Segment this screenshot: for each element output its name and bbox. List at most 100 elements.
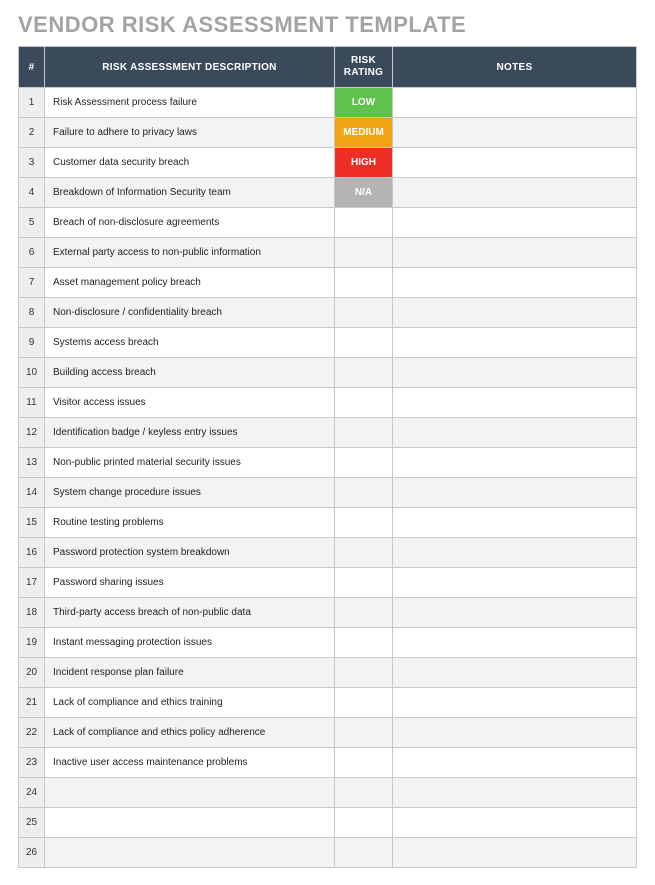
row-description: Systems access breach xyxy=(45,328,335,358)
row-number: 24 xyxy=(19,778,45,808)
row-rating xyxy=(335,208,393,238)
row-number: 20 xyxy=(19,658,45,688)
row-number: 19 xyxy=(19,628,45,658)
row-notes xyxy=(393,418,637,448)
row-number: 5 xyxy=(19,208,45,238)
row-number: 1 xyxy=(19,88,45,118)
row-rating xyxy=(335,508,393,538)
row-rating xyxy=(335,298,393,328)
row-description: Incident response plan failure xyxy=(45,658,335,688)
row-notes xyxy=(393,208,637,238)
table-row: 15Routine testing problems xyxy=(19,508,637,538)
row-number: 13 xyxy=(19,448,45,478)
row-rating xyxy=(335,238,393,268)
row-notes xyxy=(393,718,637,748)
row-rating xyxy=(335,268,393,298)
row-number: 7 xyxy=(19,268,45,298)
row-description: Breakdown of Information Security team xyxy=(45,178,335,208)
row-rating: MEDIUM xyxy=(335,118,393,148)
row-rating xyxy=(335,448,393,478)
row-rating xyxy=(335,628,393,658)
table-row: 3Customer data security breachHIGH xyxy=(19,148,637,178)
row-rating xyxy=(335,598,393,628)
page-title: VENDOR RISK ASSESSMENT TEMPLATE xyxy=(18,12,637,38)
row-notes xyxy=(393,178,637,208)
row-description: Asset management policy breach xyxy=(45,268,335,298)
row-description: Customer data security breach xyxy=(45,148,335,178)
row-notes xyxy=(393,568,637,598)
row-number: 23 xyxy=(19,748,45,778)
row-notes xyxy=(393,838,637,868)
row-notes xyxy=(393,88,637,118)
row-number: 15 xyxy=(19,508,45,538)
row-number: 22 xyxy=(19,718,45,748)
row-number: 21 xyxy=(19,688,45,718)
row-number: 26 xyxy=(19,838,45,868)
row-description: Password protection system breakdown xyxy=(45,538,335,568)
table-row: 9Systems access breach xyxy=(19,328,637,358)
row-rating xyxy=(335,688,393,718)
table-row: 22Lack of compliance and ethics policy a… xyxy=(19,718,637,748)
header-notes: NOTES xyxy=(393,47,637,88)
table-row: 17Password sharing issues xyxy=(19,568,637,598)
row-description: External party access to non-public info… xyxy=(45,238,335,268)
row-number: 2 xyxy=(19,118,45,148)
row-description: Third-party access breach of non-public … xyxy=(45,598,335,628)
header-row: # RISK ASSESSMENT DESCRIPTION RISK RATIN… xyxy=(19,47,637,88)
row-number: 18 xyxy=(19,598,45,628)
row-rating: HIGH xyxy=(335,148,393,178)
table-row: 8Non-disclosure / confidentiality breach xyxy=(19,298,637,328)
table-row: 13Non-public printed material security i… xyxy=(19,448,637,478)
row-notes xyxy=(393,538,637,568)
row-rating xyxy=(335,778,393,808)
table-row: 2Failure to adhere to privacy lawsMEDIUM xyxy=(19,118,637,148)
row-notes xyxy=(393,598,637,628)
risk-table: # RISK ASSESSMENT DESCRIPTION RISK RATIN… xyxy=(18,46,637,868)
row-description: Risk Assessment process failure xyxy=(45,88,335,118)
header-rating: RISK RATING xyxy=(335,47,393,88)
table-row: 26 xyxy=(19,838,637,868)
table-row: 10Building access breach xyxy=(19,358,637,388)
row-number: 8 xyxy=(19,298,45,328)
row-description: Identification badge / keyless entry iss… xyxy=(45,418,335,448)
table-row: 20Incident response plan failure xyxy=(19,658,637,688)
row-notes xyxy=(393,298,637,328)
row-rating: LOW xyxy=(335,88,393,118)
row-notes xyxy=(393,148,637,178)
row-notes xyxy=(393,268,637,298)
row-notes xyxy=(393,238,637,268)
table-row: 6External party access to non-public inf… xyxy=(19,238,637,268)
table-row: 25 xyxy=(19,808,637,838)
row-number: 9 xyxy=(19,328,45,358)
row-number: 4 xyxy=(19,178,45,208)
header-num: # xyxy=(19,47,45,88)
table-row: 24 xyxy=(19,778,637,808)
table-row: 14System change procedure issues xyxy=(19,478,637,508)
row-notes xyxy=(393,808,637,838)
row-number: 3 xyxy=(19,148,45,178)
row-notes xyxy=(393,688,637,718)
row-notes xyxy=(393,478,637,508)
row-description: Breach of non-disclosure agreements xyxy=(45,208,335,238)
row-description: Visitor access issues xyxy=(45,388,335,418)
row-rating xyxy=(335,718,393,748)
row-description: Failure to adhere to privacy laws xyxy=(45,118,335,148)
row-number: 14 xyxy=(19,478,45,508)
row-description: Non-public printed material security iss… xyxy=(45,448,335,478)
row-notes xyxy=(393,388,637,418)
table-row: 5Breach of non-disclosure agreements xyxy=(19,208,637,238)
row-notes xyxy=(393,448,637,478)
header-desc: RISK ASSESSMENT DESCRIPTION xyxy=(45,47,335,88)
row-description: Lack of compliance and ethics training xyxy=(45,688,335,718)
table-row: 16Password protection system breakdown xyxy=(19,538,637,568)
row-rating: N/A xyxy=(335,178,393,208)
row-notes xyxy=(393,748,637,778)
row-rating xyxy=(335,478,393,508)
row-description: Non-disclosure / confidentiality breach xyxy=(45,298,335,328)
row-number: 25 xyxy=(19,808,45,838)
row-description: Password sharing issues xyxy=(45,568,335,598)
table-row: 11Visitor access issues xyxy=(19,388,637,418)
table-row: 19Instant messaging protection issues xyxy=(19,628,637,658)
row-number: 11 xyxy=(19,388,45,418)
row-rating xyxy=(335,748,393,778)
